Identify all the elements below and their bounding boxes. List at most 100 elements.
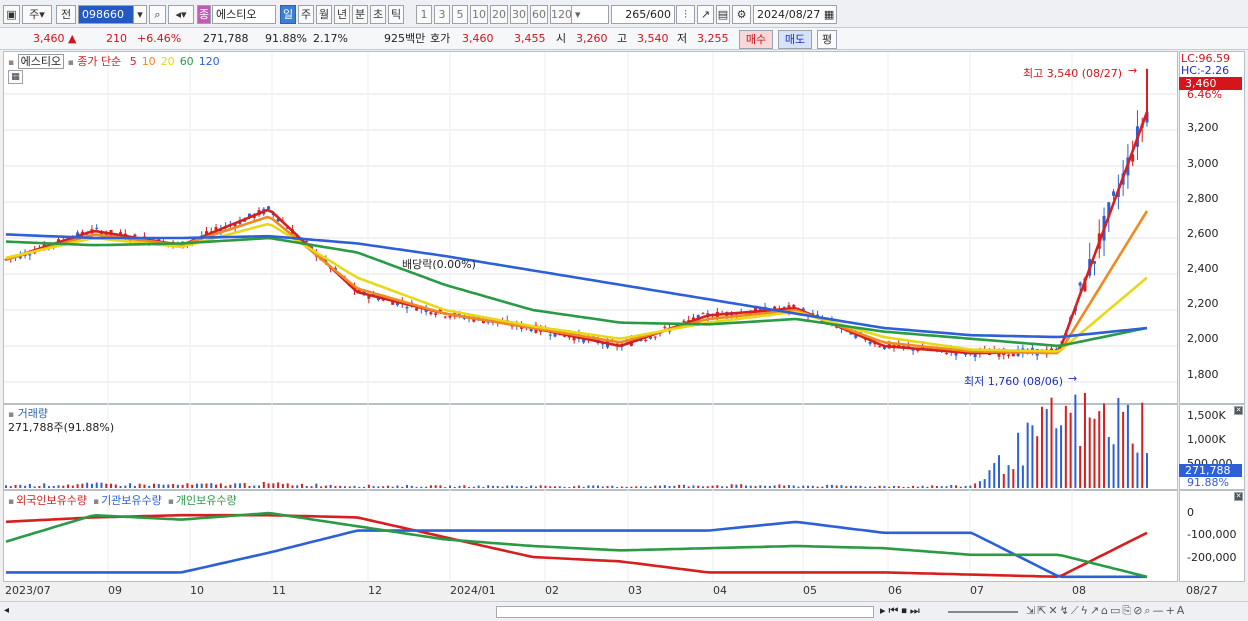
volume-bar: [950, 484, 953, 488]
volume-bar: [1007, 465, 1010, 488]
volume-bar: [506, 485, 509, 488]
volume-bar: [830, 484, 833, 488]
scroll-left-icon[interactable]: ◂: [4, 605, 9, 616]
vol-tick: 1,500K: [1187, 409, 1226, 422]
volume-bar: [888, 486, 891, 488]
volume-bar: [821, 486, 824, 488]
volume-bar: [854, 485, 857, 488]
volume-bar: [458, 485, 461, 488]
volume-bar: [363, 486, 366, 488]
volume-bar: [468, 487, 471, 488]
volume-bar: [215, 484, 218, 488]
holdings-line: [5, 513, 1148, 579]
candle-body: [973, 354, 977, 358]
volume-bar: [549, 486, 552, 488]
volume-bar: [811, 485, 814, 488]
price-tick: 2,800: [1187, 192, 1219, 205]
close-icon[interactable]: ✕: [1234, 406, 1243, 415]
calculator-icon[interactable]: ▦: [8, 70, 23, 84]
pct-tag: 6.46%: [1187, 88, 1222, 101]
drawing-tools[interactable]: ⇲⇱✕↯⟋ϟ↗⌂▭⎘⊘⌕—+A: [1026, 604, 1186, 618]
candle-body: [448, 315, 452, 318]
volume-bar: [778, 484, 781, 488]
scrollbar-thumb[interactable]: [496, 606, 874, 618]
volume-bar: [195, 483, 198, 488]
volume-bar: [587, 485, 590, 488]
price-tick: 2,200: [1187, 297, 1219, 310]
volume-bar: [420, 486, 423, 488]
holdings-series-label: 외국인보유수량: [16, 494, 87, 507]
legend-marker-icon: ▪: [8, 58, 15, 68]
zoom-slider[interactable]: [948, 611, 1018, 613]
volume-bar: [1026, 422, 1029, 488]
volume-bar: [496, 486, 499, 488]
candle-body: [28, 254, 32, 256]
volume-bar: [43, 483, 46, 488]
volume-bar: [406, 485, 409, 488]
volume-bar: [1060, 425, 1063, 488]
volume-bar: [243, 482, 246, 488]
x-tick: 2024/01: [450, 584, 496, 597]
volume-bar: [816, 486, 819, 488]
volume-bar: [200, 483, 203, 488]
volume-bar: [124, 485, 127, 488]
holdings-series-label: 기관보유수량: [101, 494, 162, 507]
volume-bar: [1040, 406, 1043, 488]
volume-bar: [9, 486, 12, 488]
volume-bar: [229, 484, 232, 488]
hold-tick: -200,000: [1187, 551, 1237, 564]
volume-bar: [86, 482, 89, 488]
stock-name-label: 에스티오: [17, 54, 65, 69]
volume-bar: [343, 486, 346, 488]
volume-bar: [90, 483, 93, 488]
ma-period-label: 20: [160, 55, 175, 68]
volume-bar: [119, 485, 122, 488]
volume-bar: [320, 486, 323, 488]
volume-bar: [892, 485, 895, 488]
volume-bar: [181, 484, 184, 488]
hold-tick: -100,000: [1187, 528, 1237, 541]
volume-bar: [57, 485, 60, 488]
volume-bar: [826, 484, 829, 488]
candle-body: [782, 306, 786, 308]
close-icon[interactable]: ✕: [1234, 492, 1243, 501]
volume-bar: [563, 486, 566, 488]
volume-bar: [410, 485, 413, 488]
volume-bar: [324, 485, 327, 488]
volume-bar: [511, 485, 514, 488]
volume-bar: [940, 486, 943, 488]
volume-bar: [883, 486, 886, 488]
volume-bar: [864, 486, 867, 488]
x-tick: 08/27: [1186, 584, 1218, 597]
volume-bar: [974, 483, 977, 488]
candle-body: [443, 316, 447, 318]
low-note: 최저 1,760 (08/06): [964, 375, 1064, 388]
volume-bar: [310, 486, 313, 488]
volume-bar: [439, 485, 442, 488]
low-arrow-icon: →: [1068, 372, 1078, 385]
volume-bar: [129, 483, 132, 488]
volume-bar: [1093, 418, 1096, 488]
playback-controls[interactable]: ▸⏮⏹⏭: [880, 604, 923, 618]
volume-bar: [396, 485, 399, 488]
volume-bar: [367, 484, 370, 488]
volume-bar: [1088, 417, 1091, 488]
x-tick: 11: [272, 584, 286, 597]
high-note: 최고 3,540 (08/27): [1023, 67, 1123, 80]
volume-bar: [133, 485, 136, 488]
volume-bar: [759, 485, 762, 488]
volume-bar: [1012, 469, 1015, 488]
candle-body: [944, 353, 948, 355]
volume-bar: [931, 485, 934, 488]
volume-bar: [401, 486, 404, 488]
volume-bar: [114, 484, 117, 488]
volume-bar: [983, 479, 986, 488]
dividend-note: 배당락(0.00%): [402, 258, 476, 271]
volume-bar: [682, 484, 685, 488]
volume-bar: [148, 485, 151, 488]
volume-bar: [687, 486, 690, 488]
chart-canvas[interactable]: [0, 0, 1248, 621]
volume-bar: [234, 483, 237, 488]
volume-bar: [172, 484, 175, 488]
holdings-line: [5, 511, 1148, 579]
